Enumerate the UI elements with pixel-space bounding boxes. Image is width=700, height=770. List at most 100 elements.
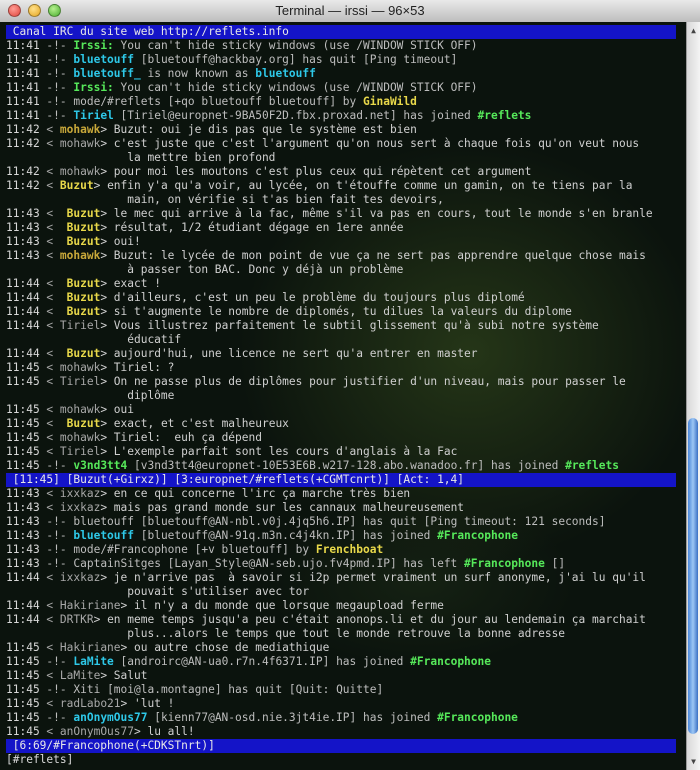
log-segment: bluetouff bbox=[73, 53, 134, 66]
log-segment: 11:41 bbox=[6, 67, 40, 80]
log-segment: Buzut bbox=[66, 235, 101, 248]
log-segment: -!- bbox=[39, 557, 74, 570]
log-segment: Tiriel bbox=[59, 319, 101, 332]
log-segment: [moi@la.montagne] has quit [Quit: Quitte… bbox=[100, 683, 384, 696]
irc-window-francophone[interactable]: 11:43 < ixxkaz> en ce qui concerne l'irc… bbox=[6, 487, 678, 739]
scrollbar-thumb[interactable] bbox=[688, 418, 698, 734]
log-line: à passer ton BAC. Donc y déjà un problèm… bbox=[6, 263, 678, 277]
log-segment: > On ne passe plus de diplômes pour just… bbox=[100, 375, 626, 388]
log-line: 11:44 < ixxkaz> je n'arrive pas à savoir… bbox=[6, 571, 678, 585]
log-segment: -!- bbox=[39, 655, 74, 668]
log-segment: mohawk bbox=[59, 123, 101, 136]
terminal-scrollbar[interactable]: ▲ ▼ bbox=[686, 22, 700, 770]
log-segment: 11:45 bbox=[6, 683, 40, 696]
log-segment: > Buzut: le lycée de mon point de vue ça… bbox=[100, 249, 646, 262]
log-line: 11:41 -!- Tiriel [Tiriel@europnet-9BA50F… bbox=[6, 109, 678, 123]
log-segment: -!- bbox=[39, 53, 74, 66]
log-segment: 11:44 bbox=[6, 347, 40, 360]
log-segment: #Francophone bbox=[464, 557, 545, 570]
log-segment: Tiriel bbox=[59, 445, 101, 458]
log-segment: mohawk bbox=[59, 403, 101, 416]
log-segment: anOnymOus77 bbox=[59, 725, 134, 738]
log-line: 11:45 < Buzut> exact, et c'est malheureu… bbox=[6, 417, 678, 431]
log-line: 11:41 -!- Irssi: You can't hide sticky w… bbox=[6, 81, 678, 95]
log-segment: mohawk bbox=[59, 431, 101, 444]
log-line: 11:41 -!- mode/#reflets [+qo bluetouff b… bbox=[6, 95, 678, 109]
log-segment: -!- bbox=[39, 711, 74, 724]
log-segment: mohawk bbox=[59, 249, 101, 262]
irssi-status-bar: [11:45] [Buzut(+Girxz)] [3:europnet/#ref… bbox=[6, 473, 676, 487]
log-segment: 11:45 bbox=[6, 641, 40, 654]
log-segment: > d'ailleurs, c'est un peu le problème d… bbox=[100, 291, 525, 304]
log-segment: 11:43 bbox=[6, 249, 40, 262]
log-segment: #Francophone bbox=[410, 655, 491, 668]
log-line: 11:43 < ixxkaz> mais pas grand monde sur… bbox=[6, 501, 678, 515]
log-segment: 11:42 bbox=[6, 165, 40, 178]
log-line: 11:44 < Buzut> aujourd'hui, une licence … bbox=[6, 347, 678, 361]
log-segment: > le mec qui arrive à la fac, même s'il … bbox=[100, 207, 653, 220]
log-segment: 11:45 bbox=[6, 361, 40, 374]
log-segment: > il n'y a du monde que lorsque megauplo… bbox=[120, 599, 444, 612]
log-segment: [androirc@AN-ua0.r7n.4f6371.IP] has join… bbox=[113, 655, 411, 668]
log-segment: -!- bbox=[39, 39, 74, 52]
log-segment: > mais pas grand monde sur les cannaux m… bbox=[100, 501, 465, 514]
scroll-down-arrow-icon[interactable]: ▼ bbox=[689, 757, 698, 766]
log-segment: diplôme bbox=[6, 389, 175, 402]
log-segment: 11:41 bbox=[6, 95, 40, 108]
log-segment: < bbox=[39, 725, 60, 738]
log-segment: plus...alors le temps que tout le monde … bbox=[6, 627, 566, 640]
log-segment: < bbox=[39, 501, 60, 514]
log-segment: [bluetouff@AN-91q.m3n.c4j4kn.IP] has joi… bbox=[134, 529, 438, 542]
log-line: 11:44 < Tiriel> Vous illustrez parfaitem… bbox=[6, 319, 678, 333]
log-segment: > lu all! bbox=[134, 725, 195, 738]
log-segment: 11:45 bbox=[6, 431, 40, 444]
window-status-bar: [6:69/#Francophone(+CDKSTnrt)] bbox=[6, 739, 676, 753]
log-segment: You can't hide sticky windows (use /WIND… bbox=[113, 81, 478, 94]
log-segment: [bluetouff@hackbay.org] has quit [Ping t… bbox=[134, 53, 458, 66]
log-segment: 11:44 bbox=[6, 613, 40, 626]
log-segment: < bbox=[39, 417, 67, 430]
log-segment: bluetouff_ bbox=[73, 67, 141, 80]
log-segment: < bbox=[39, 221, 67, 234]
log-line: 11:42 < mohawk> Buzut: oui je dis pas qu… bbox=[6, 123, 678, 137]
log-segment: [Tiriel@europnet-9BA50F2D.fbx.proxad.net… bbox=[113, 109, 478, 122]
log-segment: > Tiriel: euh ça dépend bbox=[100, 431, 262, 444]
log-segment: > résultat, 1/2 étudiant dégage en 1ere … bbox=[100, 221, 404, 234]
log-line: 11:44 < Buzut> si t'augmente le nombre d… bbox=[6, 305, 678, 319]
log-segment: ixxkaz bbox=[59, 571, 101, 584]
channel-topic-bar: Canal IRC du site web http://reflets.inf… bbox=[6, 25, 676, 39]
log-line: 11:43 -!- bluetouff [bluetouff@AN-nbl.v0… bbox=[6, 515, 678, 529]
irc-window-reflets[interactable]: 11:41 -!- Irssi: You can't hide sticky w… bbox=[6, 39, 678, 473]
scroll-up-arrow-icon[interactable]: ▲ bbox=[689, 26, 698, 35]
log-line: 11:43 -!- bluetouff [bluetouff@AN-91q.m3… bbox=[6, 529, 678, 543]
input-prompt[interactable]: [#reflets] bbox=[6, 753, 80, 767]
terminal-view[interactable]: Canal IRC du site web http://reflets.inf… bbox=[0, 22, 686, 770]
log-segment: Tiriel bbox=[59, 375, 101, 388]
log-segment: < bbox=[39, 361, 60, 374]
log-segment: anOnymOus77 bbox=[73, 711, 148, 724]
log-segment: > enfin y'a qu'a voir, au lycée, on t'ét… bbox=[93, 179, 633, 192]
log-segment: > je n'arrive pas à savoir si i2p permet… bbox=[100, 571, 646, 584]
log-segment: Tiriel bbox=[73, 109, 114, 122]
log-segment: < bbox=[39, 165, 60, 178]
log-segment: 11:42 bbox=[6, 123, 40, 136]
log-segment: > Salut bbox=[100, 669, 148, 682]
log-segment: CaptainSitges bbox=[73, 557, 161, 570]
log-segment: 11:41 bbox=[6, 39, 40, 52]
log-segment: < bbox=[39, 235, 67, 248]
log-segment: LaMite bbox=[59, 669, 101, 682]
log-segment: GinaWild bbox=[363, 95, 417, 108]
log-segment: -!- bbox=[39, 95, 74, 108]
log-segment: Buzut bbox=[66, 291, 101, 304]
log-segment: mohawk bbox=[59, 137, 101, 150]
log-segment: > si t'augmente le nombre de diplomés, t… bbox=[100, 305, 572, 318]
log-segment: -!- bbox=[39, 683, 74, 696]
log-segment: < bbox=[39, 487, 60, 500]
log-segment: < bbox=[39, 669, 60, 682]
log-segment: > exact ! bbox=[100, 277, 161, 290]
log-segment: #Francophone bbox=[437, 711, 518, 724]
log-segment: #Francophone bbox=[437, 529, 518, 542]
log-segment: -!- bbox=[39, 81, 74, 94]
log-line: éducatif bbox=[6, 333, 678, 347]
log-segment: 11:45 bbox=[6, 669, 40, 682]
